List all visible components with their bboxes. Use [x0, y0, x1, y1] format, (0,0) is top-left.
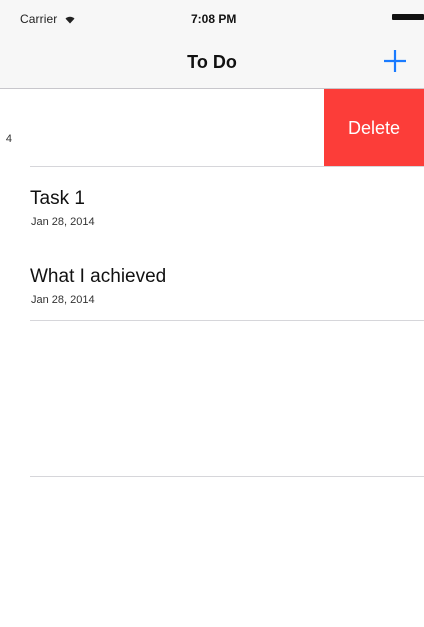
task-date: Jan 28, 2014 — [31, 216, 95, 228]
status-bar: Carrier 7:08 PM — [0, 0, 424, 38]
row-separator — [30, 476, 424, 477]
row-separator — [30, 166, 424, 167]
plus-icon — [384, 50, 406, 72]
swiped-table-row[interactable]: 4 Delete — [0, 89, 424, 167]
row-separator — [30, 320, 424, 321]
add-item-button[interactable] — [380, 46, 410, 76]
delete-button[interactable]: Delete — [324, 89, 424, 167]
carrier-name: Carrier — [20, 12, 58, 26]
task-title: Task 1 — [30, 188, 85, 209]
table-row[interactable]: Task 1 Jan 28, 2014 — [0, 178, 424, 256]
swiped-row-content: 4 — [0, 89, 24, 167]
swiped-row-date: 4 — [5, 133, 12, 145]
delete-button-label: Delete — [347, 117, 401, 138]
wifi-icon — [65, 16, 75, 24]
status-time: 7:08 PM — [191, 12, 237, 26]
table-row[interactable]: What I achieved Jan 28, 2014 — [0, 256, 424, 334]
navigation-bar: To Do — [0, 38, 424, 89]
task-title: What I achieved — [30, 266, 167, 287]
todo-screen: Carrier 7:08 PM To Do 4 Delete Task 1 Ja… — [0, 0, 424, 627]
battery-icon — [392, 14, 424, 20]
carrier-label: Carrier — [20, 12, 75, 26]
page-title: To Do — [187, 52, 237, 72]
task-date: Jan 28, 2014 — [31, 294, 95, 306]
